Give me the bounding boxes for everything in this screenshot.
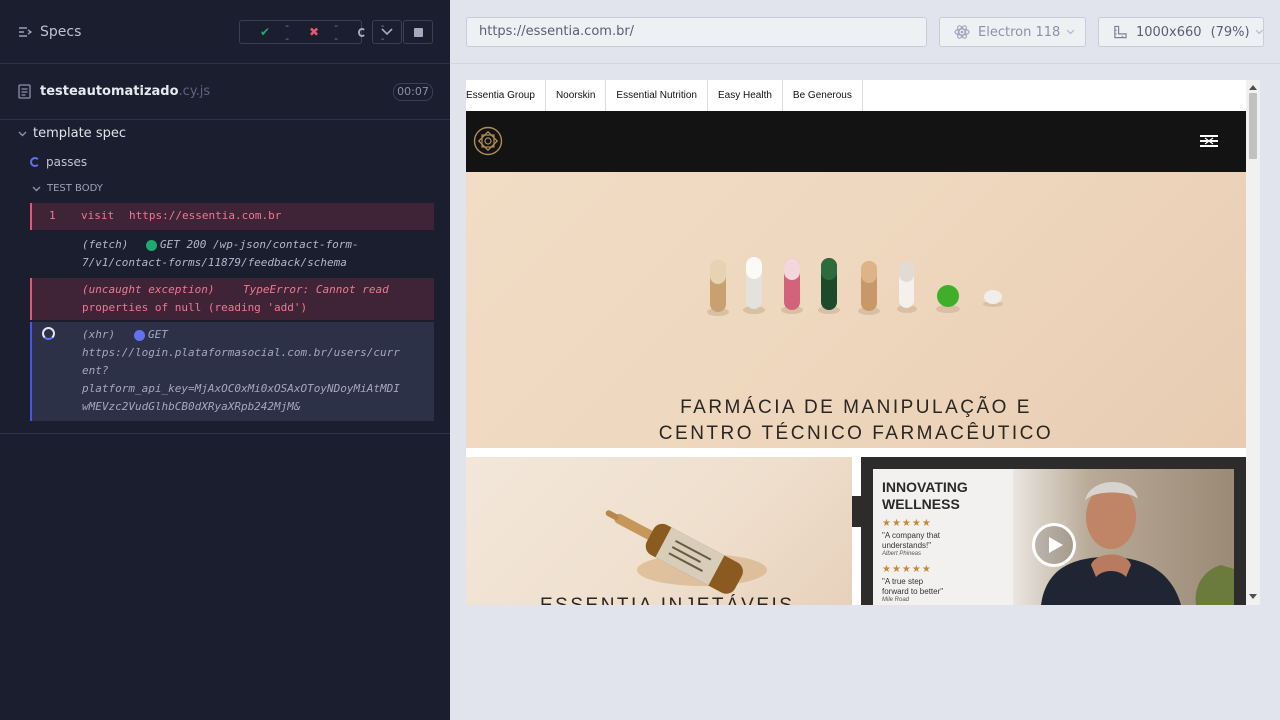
command-number: 1: [49, 209, 56, 222]
pending-circle-icon: [358, 27, 366, 37]
ampoule-image: [605, 510, 767, 594]
reporter-header: Specs ✔ -- ✖ -- --: [0, 0, 450, 64]
command-url-line: platform_api_key=MjAxOC0xMi0xOSAxOToyNDo…: [82, 382, 400, 395]
quote-1-cont: understands!": [882, 541, 932, 550]
test-title[interactable]: passes: [30, 155, 87, 169]
injetaveis-card[interactable]: ESSENTIA INJETÁVEIS: [466, 457, 852, 605]
hero-title-line1: FARMÁCIA DE MANIPULAÇÃO E: [680, 397, 1032, 418]
quote-2-cont: forward to better": [882, 587, 944, 596]
scrollbar-thumb[interactable]: [1249, 93, 1257, 159]
quote-2-author: Mile Road: [882, 597, 910, 603]
running-spinner-icon: [30, 157, 40, 167]
hamburger-menu-icon[interactable]: [1199, 133, 1219, 149]
command-method: GET: [148, 328, 168, 341]
hero-title-line2: CENTRO TÉCNICO FARMACÊUTICO: [658, 423, 1054, 444]
viewport-scale: (79%): [1210, 24, 1250, 40]
command-message: https://essentia.com.br: [129, 209, 282, 222]
divider: [0, 433, 450, 434]
scroll-up-arrow-icon[interactable]: [1249, 84, 1257, 90]
play-button[interactable]: [1032, 523, 1076, 567]
video-card[interactable]: INNOVATING WELLNESS ★★★★★ "A company tha…: [861, 457, 1246, 605]
cross-icon: ✖: [309, 25, 320, 39]
viewport-size-selector[interactable]: 1000x660 (79%): [1098, 17, 1264, 47]
spec-file-ext: .cy.js: [178, 84, 211, 99]
brand-link[interactable]: Noorskin: [546, 80, 607, 111]
command-visit[interactable]: 1 visit https://essentia.com.br: [30, 203, 434, 230]
command-message-cont: 7/v1/contact-forms/11879/feedback/schema: [82, 256, 347, 269]
overlapping-strip: [852, 457, 861, 605]
quote-2: "A true step: [882, 577, 924, 586]
capsules-image: [707, 257, 1003, 316]
specs-toggle-button[interactable]: Specs: [18, 24, 81, 40]
site-logo[interactable]: [473, 126, 503, 156]
brands-nav: Essentia Group Noorskin Essential Nutrit…: [466, 80, 1246, 111]
status-dot-icon: [134, 330, 145, 341]
brand-link[interactable]: Be Generous: [783, 80, 863, 111]
quote-1-author: Albert Phineas: [882, 551, 922, 557]
viewport-dimensions: 1000x660: [1135, 24, 1202, 40]
chevron-down-icon: [18, 131, 27, 136]
check-icon: ✔: [260, 25, 271, 39]
electron-icon: [954, 25, 970, 39]
command-name: visit: [81, 209, 115, 222]
command-log-panel: Specs ✔ -- ✖ -- -- testeautomatizado.cy.js…: [0, 0, 450, 720]
command-fetch[interactable]: (fetch) GET 200 /wp-json/contact-form- 7…: [30, 232, 434, 276]
passed-stat: ✔ --: [260, 19, 290, 45]
command-url-line: wMEVzc2VudGlhbCB0dXRyaXRpb242MjM&: [82, 400, 301, 413]
play-icon: [1049, 537, 1063, 553]
auto-scroll-toggle-button[interactable]: [372, 20, 402, 44]
command-message: TypeError: Cannot read: [243, 283, 389, 296]
command-uncaught-exception[interactable]: (uncaught exception) TypeError: Cannot r…: [30, 278, 434, 320]
file-icon: [18, 84, 31, 99]
brand-link[interactable]: Essential Nutrition: [606, 80, 708, 111]
test-body-toggle[interactable]: TEST BODY: [32, 183, 103, 194]
chevron-down-icon: [1255, 29, 1263, 35]
video-title-line1: INNOVATING: [882, 479, 968, 495]
hero-banner: FARMÁCIA DE MANIPULAÇÃO E CENTRO TÉCNICO…: [466, 172, 1246, 448]
command-message-cont: properties of null (reading 'add'): [82, 301, 308, 314]
quote-1: "A company that: [882, 531, 940, 540]
command-xhr[interactable]: (xhr) GET https://login.plataformasocial…: [30, 322, 434, 421]
suite-title[interactable]: template spec: [18, 126, 126, 141]
chevron-down-icon: [1066, 29, 1075, 35]
browser-name: Electron 118: [978, 24, 1061, 40]
command-name: (fetch): [82, 238, 129, 251]
command-message: GET 200 /wp-json/contact-form-: [160, 238, 359, 251]
status-dot-icon: [146, 240, 157, 251]
stop-icon: [413, 27, 423, 37]
card-title: ESSENTIA INJETÁVEIS: [540, 595, 794, 605]
command-url-line: ent?: [82, 364, 109, 377]
spec-file-header: testeautomatizado.cy.js 00:07: [0, 65, 450, 120]
presenter-image: [1041, 481, 1234, 605]
list-menu-icon: [19, 27, 32, 37]
pending-spinner-icon: [42, 327, 55, 340]
failed-stat: ✖ --: [309, 19, 339, 45]
chevron-down-icon: [32, 186, 41, 191]
iframe-scrollbar[interactable]: [1246, 80, 1260, 605]
rating-stars: ★★★★★: [882, 518, 932, 529]
scroll-down-arrow-icon[interactable]: [1249, 594, 1257, 600]
command-name: (xhr): [82, 328, 116, 341]
command-url-line: https://login.plataformasocial.com.br/us…: [82, 346, 400, 359]
ruler-icon: [1114, 25, 1127, 38]
video-title-line2: WELLNESS: [882, 496, 960, 512]
browser-selector[interactable]: Electron 118: [939, 17, 1086, 47]
aut-iframe: Essentia Group Noorskin Essential Nutrit…: [466, 80, 1260, 605]
overlapping-strip-dark: [852, 496, 861, 527]
stop-button[interactable]: [403, 20, 433, 44]
specs-label: Specs: [40, 24, 82, 40]
brand-link[interactable]: Essentia Group: [466, 80, 546, 111]
divider: [450, 63, 1280, 64]
brand-link[interactable]: Easy Health: [708, 80, 783, 111]
site-header: [466, 111, 1246, 172]
app-under-test-panel: https://essentia.com.br/ Electron 118 10…: [450, 0, 1280, 720]
spec-file-name[interactable]: testeautomatizado.cy.js: [40, 84, 210, 99]
run-duration: 00:07: [393, 83, 433, 101]
rating-stars: ★★★★★: [882, 564, 932, 575]
chevron-down-icon: [381, 28, 393, 36]
command-name: (uncaught exception): [82, 283, 215, 296]
test-stats: ✔ -- ✖ -- --: [239, 19, 385, 45]
url-bar[interactable]: https://essentia.com.br/: [466, 17, 927, 47]
